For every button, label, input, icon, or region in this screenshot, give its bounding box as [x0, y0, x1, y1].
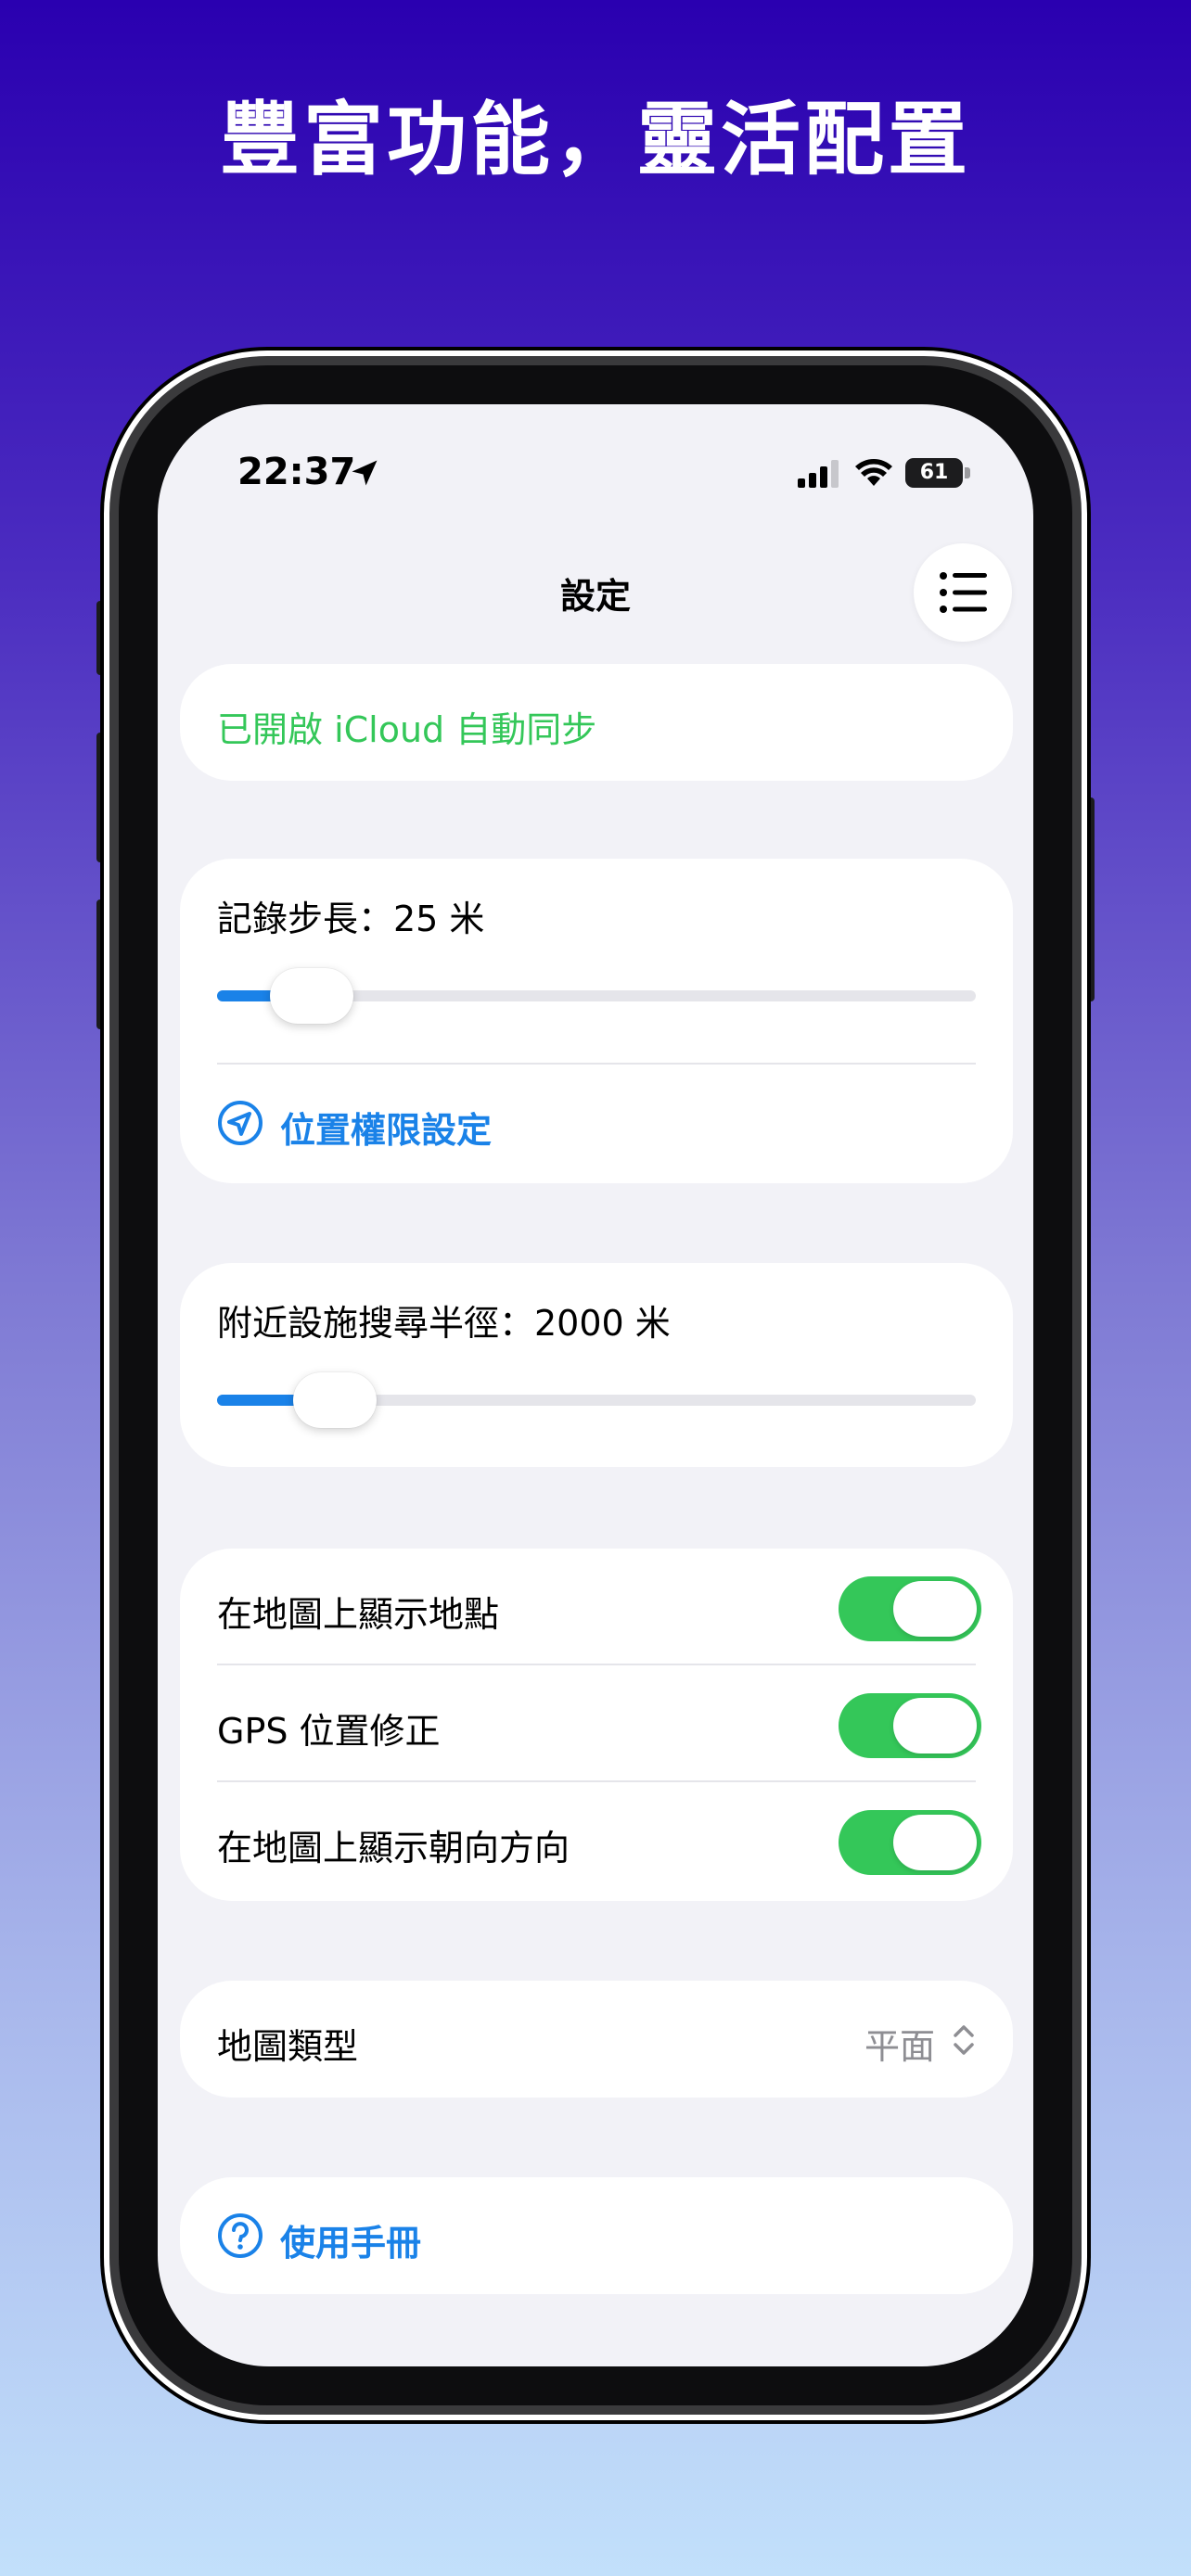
- location-permission-label: 位置權限設定: [280, 1110, 493, 1151]
- menu-button[interactable]: [914, 543, 1012, 642]
- toggle-show-heading-label: 在地圖上顯示朝向方向: [217, 1828, 570, 1868]
- map-type-value[interactable]: 平面: [864, 2018, 935, 2069]
- toggle-show-places[interactable]: [839, 1576, 981, 1641]
- divider: [217, 1780, 976, 1782]
- search-radius-slider[interactable]: [217, 1372, 976, 1428]
- location-arrow-circle-icon: [218, 1101, 263, 1145]
- toggle-show-heading[interactable]: [839, 1810, 981, 1875]
- user-manual-card[interactable]: 使用手冊: [180, 2177, 1013, 2294]
- search-radius-slider-knob[interactable]: [292, 1372, 377, 1428]
- toggle-knob: [893, 1698, 977, 1753]
- battery-icon: 61: [905, 458, 963, 488]
- status-time: 22:37: [237, 451, 356, 493]
- toggle-show-places-label: 在地圖上顯示地點: [217, 1594, 500, 1635]
- chevron-up-down-icon: [954, 2025, 974, 2055]
- status-bar: 22:37 61: [158, 451, 1033, 506]
- phone-screen: 22:37 61 設定 已開啟 iCloud 自動同步 記錄步長：25 米 位置…: [158, 404, 1033, 2366]
- wifi-icon: [855, 459, 892, 486]
- divider: [217, 1063, 976, 1065]
- display-options-card: 在地圖上顯示地點 GPS 位置修正 在地圖上顯示朝向方向: [180, 1549, 1013, 1901]
- battery-cap: [965, 467, 970, 478]
- divider: [217, 1664, 976, 1665]
- record-step-slider[interactable]: [217, 968, 976, 1024]
- cellular-signal-icon: [798, 460, 839, 488]
- map-type-card[interactable]: 地圖類型 平面: [180, 1981, 1013, 2098]
- search-radius-card: 附近設施搜尋半徑：2000 米: [180, 1263, 1013, 1467]
- headline: 豐富功能，靈活配置: [220, 94, 971, 186]
- location-permission-link[interactable]: 位置權限設定: [217, 1096, 681, 1152]
- record-step-card: 記錄步長：25 米 位置權限設定: [180, 859, 1013, 1183]
- toggle-gps-correction[interactable]: [839, 1693, 981, 1758]
- toggle-knob: [893, 1815, 977, 1870]
- location-arrow-icon: [352, 460, 378, 486]
- icloud-sync-status: 已開啟 iCloud 自動同步: [217, 709, 597, 750]
- user-manual-label: 使用手冊: [280, 2223, 422, 2264]
- record-step-slider-knob[interactable]: [270, 968, 354, 1024]
- icloud-sync-card: 已開啟 iCloud 自動同步: [180, 664, 1013, 781]
- toggle-knob: [893, 1581, 977, 1637]
- list-icon: [940, 572, 987, 613]
- toggle-gps-correction-label: GPS 位置修正: [217, 1711, 441, 1752]
- question-circle-icon: [218, 2213, 263, 2258]
- page-title: 設定: [559, 576, 631, 617]
- search-radius-label: 附近設施搜尋半徑：2000 米: [217, 1303, 671, 1344]
- record-step-label: 記錄步長：25 米: [217, 899, 485, 939]
- map-type-label: 地圖類型: [217, 2026, 359, 2067]
